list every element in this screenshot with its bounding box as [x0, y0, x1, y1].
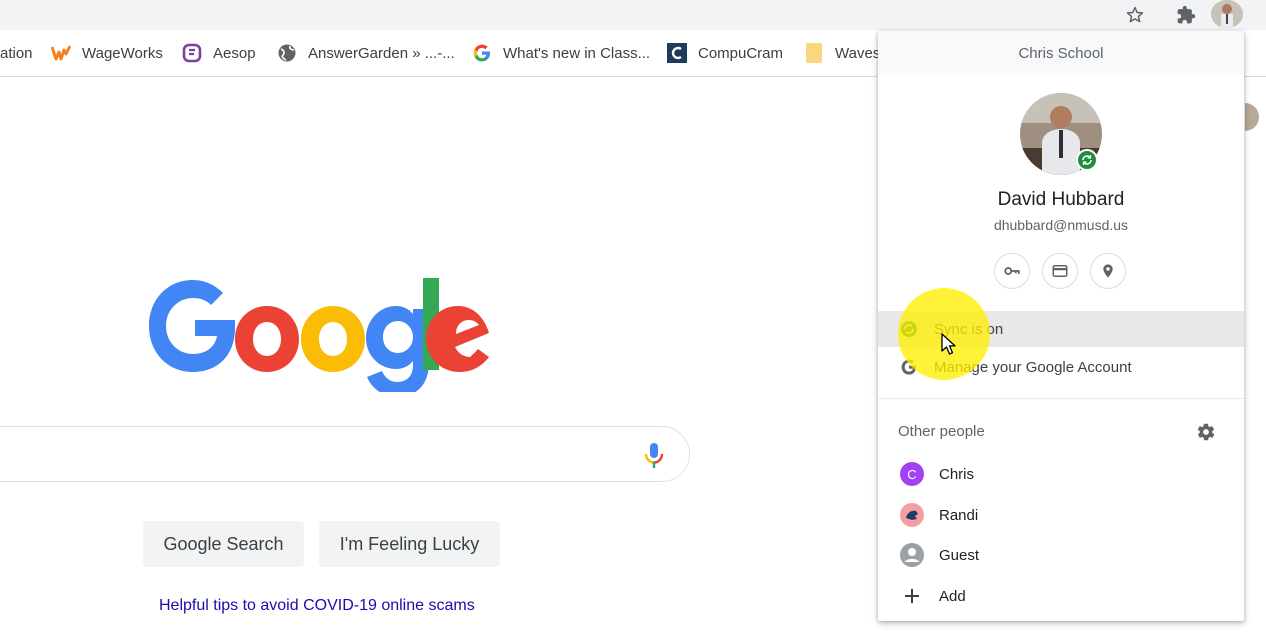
person-randi[interactable]: Randi: [878, 497, 1244, 533]
person-label: Add: [939, 587, 966, 605]
person-label: Guest: [939, 546, 980, 564]
profile-avatar-button[interactable]: [1211, 0, 1243, 28]
person-label: Chris: [939, 465, 975, 483]
bookmark-item[interactable]: Aesop: [182, 42, 256, 64]
bookmark-item[interactable]: AnswerGarden » ...-...: [277, 42, 455, 64]
person-label: Randi: [939, 506, 979, 524]
star-icon[interactable]: [1123, 3, 1147, 27]
divider: [878, 398, 1244, 399]
feeling-lucky-button[interactable]: I'm Feeling Lucky: [319, 521, 500, 567]
guest-icon: [900, 543, 924, 567]
chris-avatar: C: [900, 462, 924, 486]
bookmark-item[interactable]: ation: [0, 42, 33, 64]
bookmark-item[interactable]: What's new in Class...: [472, 42, 650, 64]
folder-icon: [804, 43, 824, 63]
bookmark-item[interactable]: Waves: [804, 42, 880, 64]
plus-icon: [900, 584, 924, 608]
bookmark-item[interactable]: CompuCram: [667, 42, 783, 64]
sync-badge-icon: [1076, 149, 1098, 171]
gear-icon[interactable]: [1196, 422, 1216, 442]
google-g-icon: [472, 43, 492, 63]
compucram-icon: [667, 43, 687, 63]
globe-icon: [277, 43, 297, 63]
add-person-row[interactable]: Add: [878, 578, 1244, 614]
aesop-icon: [182, 43, 202, 63]
covid-tips-link[interactable]: Helpful tips to avoid COVID-19 online sc…: [159, 597, 475, 615]
wageworks-icon: [51, 43, 71, 63]
profile-email: dhubbard@nmusd.us: [993, 217, 1129, 233]
randi-avatar-icon: [900, 503, 924, 527]
profile-name: David Hubbard: [997, 189, 1125, 210]
location-pin-icon[interactable]: [1090, 253, 1126, 289]
browser-toolbar: [0, 0, 1266, 30]
person-chris[interactable]: C Chris: [878, 456, 1244, 492]
microphone-icon[interactable]: [643, 442, 665, 470]
partial-avatar: [1245, 95, 1266, 135]
passwords-key-icon[interactable]: [994, 253, 1030, 289]
profile-name-header: Chris School: [878, 31, 1244, 75]
google-logo: [147, 262, 493, 397]
person-guest[interactable]: Guest: [878, 537, 1244, 573]
other-people-heading: Other people: [898, 423, 985, 440]
mouse-cursor-icon: [941, 333, 957, 355]
extensions-puzzle-icon[interactable]: [1174, 3, 1198, 27]
search-input[interactable]: [0, 426, 690, 482]
bookmark-item[interactable]: WageWorks: [51, 42, 163, 64]
payment-card-icon[interactable]: [1042, 253, 1078, 289]
google-search-button[interactable]: Google Search: [143, 521, 304, 567]
